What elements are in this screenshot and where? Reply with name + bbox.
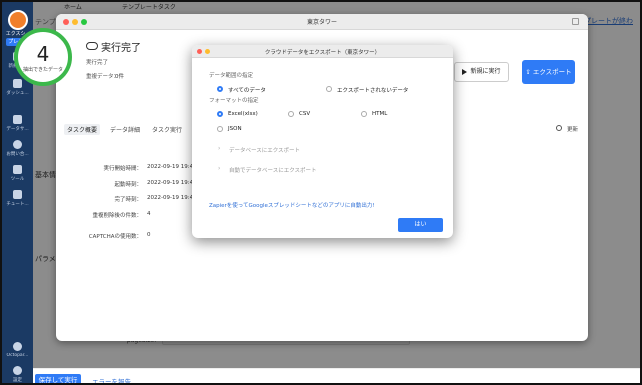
refresh-icon[interactable] — [556, 125, 562, 131]
chevron-right-icon[interactable]: › — [218, 165, 220, 172]
radio-format-html-label[interactable]: HTML — [372, 111, 387, 117]
detail-value: 2022-09-19 19:4 — [147, 195, 194, 201]
format-section-label: フォーマットの指定 — [209, 98, 259, 104]
sidebar-item-label: ダッシュ... — [6, 91, 29, 96]
sidebar-item-contact[interactable]: お問い合... — [2, 140, 33, 157]
play-icon — [462, 68, 468, 75]
export-to-database[interactable]: データベースにエクスポート — [229, 146, 300, 154]
export-dialog-titlebar: クラウドデータをエクスポート（東京タワー） — [192, 45, 453, 58]
run-new-button[interactable]: 新規に実行 — [454, 62, 509, 82]
graduation-cap-icon — [13, 190, 22, 199]
sidebar-item-settings[interactable]: 設定 — [2, 366, 33, 383]
extracted-count: 4 — [36, 42, 50, 66]
radio-unexported-data[interactable] — [326, 86, 332, 92]
detail-key: 完了時刻： — [114, 197, 142, 203]
detail-value: 2022-09-19 19:4 — [147, 180, 194, 186]
zapier-link[interactable]: Zapierを使ってGoogleスプレッドシートなどのアプリに自動出力! — [209, 201, 375, 209]
cloud-icon — [86, 42, 98, 50]
toolbox-icon — [13, 165, 22, 174]
radio-format-json-label[interactable]: JSON — [228, 126, 242, 132]
tab-data-details[interactable]: データ詳細 — [107, 124, 143, 135]
extracted-count-ring: 4 抽出できたデータ — [14, 28, 72, 86]
sidebar-item-tutorial[interactable]: チュート... — [2, 190, 33, 207]
sidebar-item-tools[interactable]: ツール — [2, 165, 33, 182]
refresh-label[interactable]: 更新 — [567, 125, 578, 133]
radio-format-csv[interactable] — [288, 111, 294, 117]
export-label: エクスポート — [532, 68, 572, 76]
chevron-right-icon[interactable]: › — [218, 145, 220, 152]
radio-format-json[interactable] — [217, 126, 223, 132]
ok-button[interactable]: はい — [398, 218, 443, 232]
tab-task-run[interactable]: タスク実行 — [149, 124, 185, 135]
task-window-titlebar: 東京タワー — [56, 14, 588, 30]
duplicate-value: 0件 — [115, 74, 124, 80]
export-dialog: クラウドデータをエクスポート（東京タワー） データ範囲の指定 すべてのデータ エ… — [192, 45, 453, 238]
auto-export-to-database[interactable]: 自動でデータベースにエクスポート — [229, 166, 317, 174]
radio-all-data[interactable] — [217, 86, 223, 92]
export-dialog-title: クラウドデータをエクスポート（東京タワー） — [264, 50, 381, 56]
radio-format-csv-label[interactable]: CSV — [299, 111, 310, 117]
detail-key: 起動時刻： — [114, 182, 142, 188]
radio-unexported-data-label[interactable]: エクスポートされないデータ — [337, 86, 408, 94]
sidebar-item-octoparse[interactable]: Octopar... — [2, 342, 33, 358]
upload-icon: ⇪ — [525, 68, 533, 76]
dashboard-icon — [13, 79, 22, 88]
sidebar-item-label: ツール — [10, 177, 25, 182]
window-toggle-icon[interactable] — [572, 18, 579, 25]
sidebar-item-label: お問い合... — [6, 152, 29, 157]
detail-key: 実行開始時間： — [103, 166, 142, 172]
info-icon — [13, 342, 22, 351]
screen: エクスシ... プレミ... 新規作成 ダッシュ... データサ... お問い合… — [0, 0, 642, 385]
detail-key: CAPTCHAの使用数： — [88, 234, 142, 240]
task-status-sub: 実行完了 — [86, 60, 109, 66]
report-error-link[interactable]: エラーを報告 — [92, 376, 131, 383]
radio-format-excel-label[interactable]: Excel(xlsx) — [228, 111, 258, 117]
sidebar-item-data-service[interactable]: データサ... — [2, 115, 33, 132]
avatar[interactable] — [8, 10, 28, 30]
headset-icon — [13, 140, 22, 149]
sidebar-item-label: データサ... — [6, 127, 29, 132]
task-window-title: 東京タワー — [306, 19, 337, 26]
diamond-icon — [13, 115, 22, 124]
sidebar-item-label: Octopar... — [6, 353, 29, 358]
sidebar-item-label: チュート... — [6, 202, 29, 207]
radio-format-excel[interactable] — [217, 111, 223, 117]
range-section-label: データ範囲の指定 — [209, 73, 254, 79]
radio-format-html[interactable] — [361, 111, 367, 117]
radio-all-data-label[interactable]: すべてのデータ — [228, 86, 266, 94]
detail-value: 0 — [147, 232, 151, 238]
detail-value: 2022-09-19 19:4 — [147, 164, 194, 170]
detail-value: 4 — [147, 211, 151, 217]
sidebar-item-label: 設定 — [13, 378, 22, 383]
run-new-label: 新規に実行 — [470, 68, 501, 75]
tab-task-overview[interactable]: タスク概要 — [64, 124, 101, 135]
gear-icon — [13, 366, 22, 375]
task-status-title: 実行完了 — [101, 43, 141, 54]
detail-key: 重複削除後の件数： — [92, 213, 142, 219]
extracted-count-label: 抽出できたデータ — [22, 67, 63, 73]
save-and-run-button[interactable]: 保存して実行 — [35, 374, 81, 383]
export-button[interactable]: ⇪ エクスポート — [522, 60, 575, 84]
